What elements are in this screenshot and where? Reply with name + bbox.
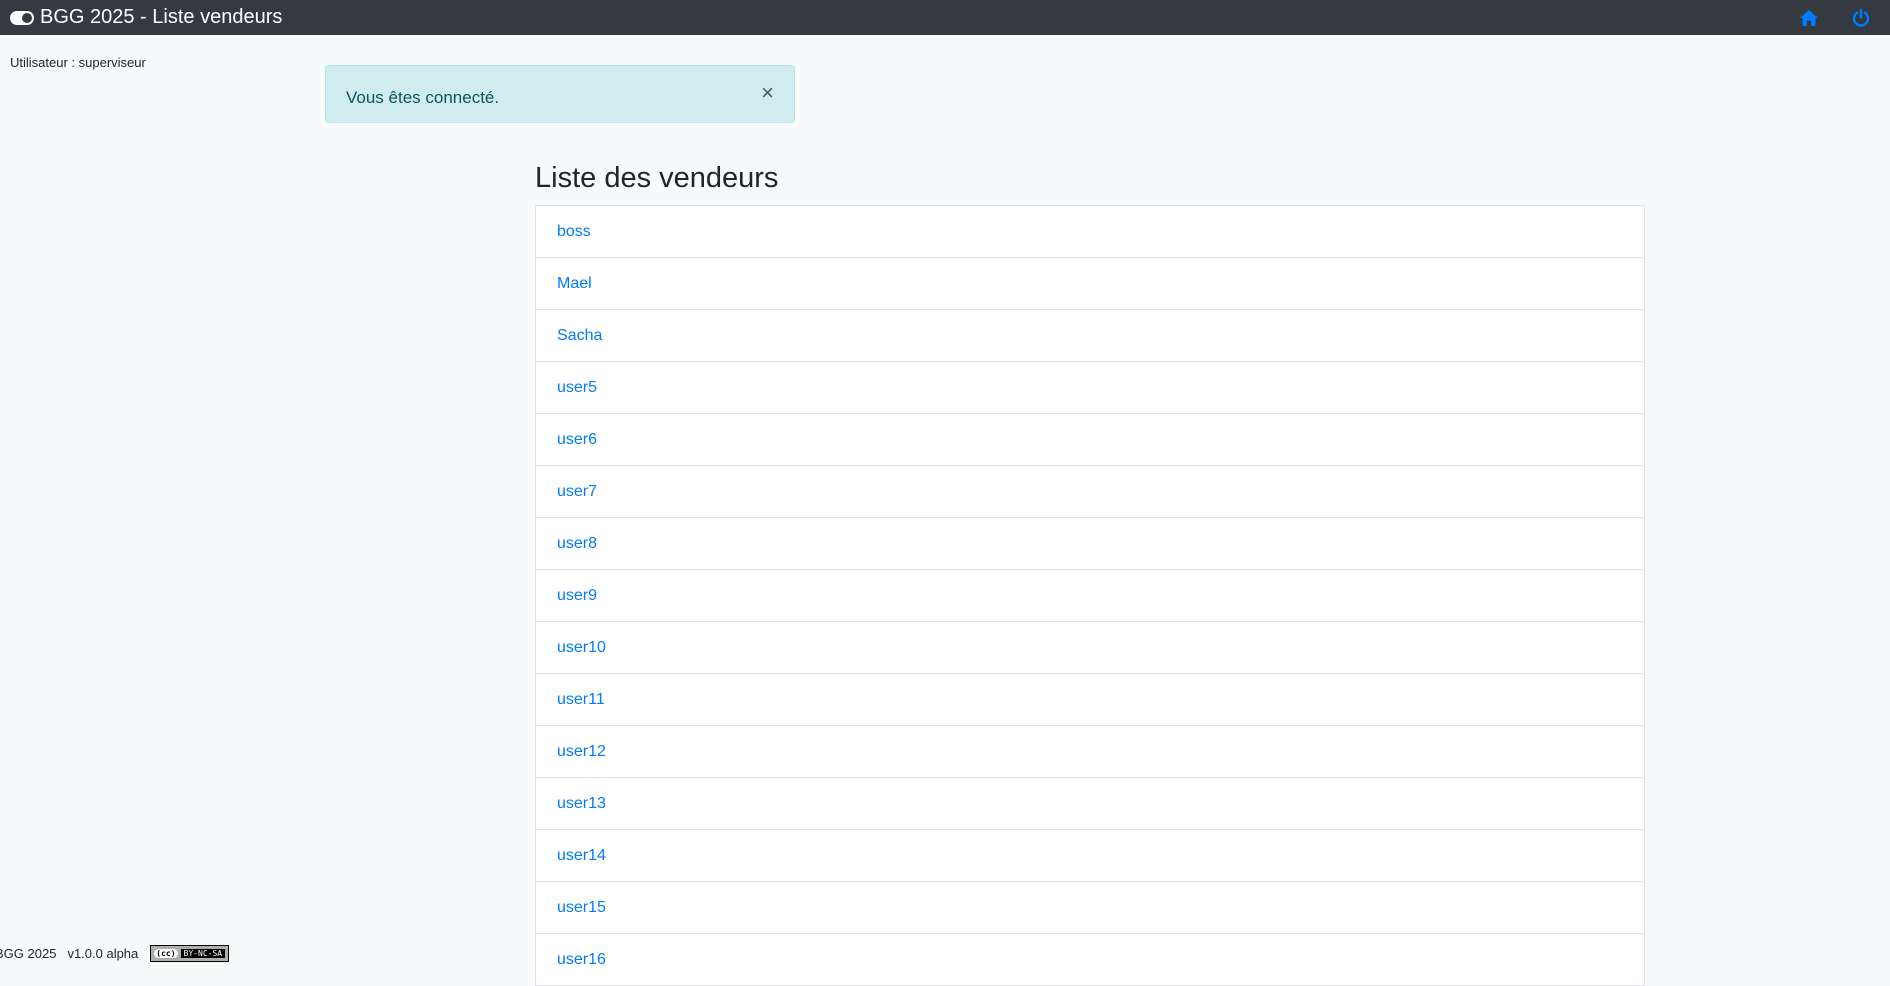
vendor-link[interactable]: user12 [557,743,606,761]
current-user-label: Utilisateur : superviseur [10,55,146,70]
license-terms: BY-NC-SA [180,949,226,958]
login-success-alert: Vous êtes connecté. × [325,65,795,123]
vendor-link[interactable]: user14 [557,847,606,865]
vendor-link[interactable]: user15 [557,899,606,917]
list-item: user5 [536,362,1644,414]
footer-app-name: BGG 2025 [0,946,57,961]
list-item: user10 [536,622,1644,674]
list-item: user9 [536,570,1644,622]
list-item: Sacha [536,310,1644,362]
list-item: user12 [536,726,1644,778]
logout-button[interactable] [1850,7,1872,29]
list-item: user14 [536,830,1644,882]
list-item: user6 [536,414,1644,466]
footer-version: v1.0.0 alpha [67,946,139,961]
vendor-link[interactable]: boss [557,223,591,241]
vendor-link[interactable]: user7 [557,483,597,501]
list-item: boss [536,206,1644,258]
top-navbar: BGG 2025 - Liste vendeurs [0,0,1890,35]
list-item: user11 [536,674,1644,726]
list-item: user8 [536,518,1644,570]
license-badge[interactable]: (cc) BY-NC-SA [150,945,230,962]
list-item: user13 [536,778,1644,830]
power-icon [1852,8,1870,27]
list-item: user7 [536,466,1644,518]
close-icon[interactable]: × [761,82,774,104]
vendor-link[interactable]: user10 [557,639,606,657]
footer: BGG 2025 v1.0.0 alpha (cc) BY-NC-SA [0,945,230,962]
list-item: user16 [536,934,1644,986]
alert-message: Vous êtes connecté. [346,88,500,107]
vendor-link[interactable]: Sacha [557,327,602,345]
vendor-link[interactable]: user5 [557,379,597,397]
page-title: Liste des vendeurs [535,162,779,194]
creative-commons-icon: (cc) [154,949,178,958]
navbar-actions [1798,0,1872,35]
vendor-link[interactable]: user9 [557,587,597,605]
vendor-link[interactable]: user13 [557,795,606,813]
vendor-link[interactable]: user6 [557,431,597,449]
home-icon [1800,9,1818,26]
vendor-link[interactable]: user11 [557,691,605,709]
vendor-link[interactable]: user8 [557,535,597,553]
app-title: BGG 2025 - Liste vendeurs [40,6,283,28]
list-item: user15 [536,882,1644,934]
vendor-link[interactable]: Mael [557,275,592,293]
list-item: Mael [536,258,1644,310]
toggle-icon[interactable] [10,10,34,25]
home-button[interactable] [1798,7,1820,29]
vendor-link[interactable]: user16 [557,951,606,969]
vendor-list: boss Mael Sacha user5 user6 user7 user8 … [535,205,1645,986]
